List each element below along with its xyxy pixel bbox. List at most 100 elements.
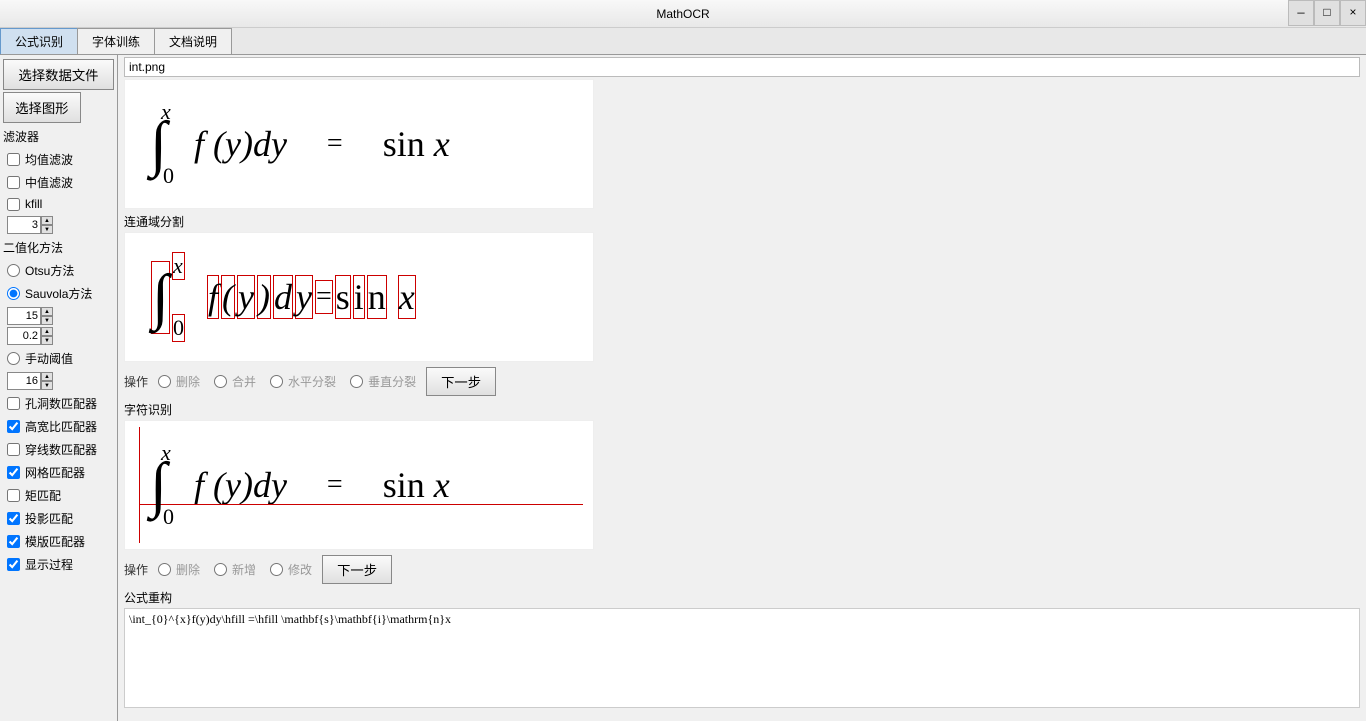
seg-eq[interactable]: = [315,280,333,314]
sauvola-value-2[interactable] [7,327,41,345]
ops1-label: 操作 [124,373,148,390]
chk-aspect-matcher[interactable]: 高宽比匹配器 [3,415,114,438]
close-button[interactable]: × [1340,0,1366,26]
rec-next-button[interactable]: 下一步 [322,555,392,584]
rad-otsu[interactable]: Otsu方法 [3,259,114,282]
rad-manual[interactable]: 手动阈值 [3,347,114,370]
chk-proj-label: 投影匹配 [25,510,73,527]
window-title: MathOCR [656,7,709,21]
chk-template-label: 模版匹配器 [25,533,85,550]
tab-doc-info[interactable]: 文档说明 [154,28,232,54]
chk-mean-label: 均值滤波 [25,151,73,168]
op2-delete[interactable]: 删除 [154,558,204,581]
op-hsplit[interactable]: 水平分裂 [266,370,340,393]
spin-down-icon[interactable]: ▼ [41,336,53,345]
seg-upper[interactable]: x [172,252,185,280]
window-controls: — □ × [1288,0,1366,27]
seg-rhs-group: sin x [334,275,417,319]
segmentation-ops: 操作 删除 合并 水平分裂 垂直分裂 下一步 [124,364,1360,399]
sauvola-spinner-2[interactable]: ▲▼ [7,327,110,345]
reconstruction-label: 公式重构 [124,587,1360,608]
filename-field[interactable]: int.png [124,57,1360,77]
spin-down-icon[interactable]: ▼ [41,316,53,325]
filter-label: 滤波器 [3,125,114,148]
manual-spinner[interactable]: ▲▼ [7,372,110,390]
tab-formula-recognition[interactable]: 公式识别 [0,28,78,54]
chk-template-matcher[interactable]: 模版匹配器 [3,530,114,553]
op-delete[interactable]: 删除 [154,370,204,393]
chk-show-process[interactable]: 显示过程 [3,553,114,576]
chk-crossline-matcher[interactable]: 穿线数匹配器 [3,438,114,461]
kfill-spinner[interactable]: ▲▼ [7,216,110,234]
chk-kfill[interactable]: kfill [3,194,114,214]
spin-up-icon[interactable]: ▲ [41,307,53,316]
select-data-button[interactable]: 选择数据文件 [3,59,114,90]
rec-eq: = [327,469,343,501]
tab-bar: 公式识别 字体训练 文档说明 [0,28,1366,55]
chk-showproc-label: 显示过程 [25,556,73,573]
char-recognition-label: 字符识别 [124,399,1360,420]
spin-down-icon[interactable]: ▼ [41,225,53,234]
chk-median-filter[interactable]: 中值滤波 [3,171,114,194]
workspace: 选择数据文件 选择图形 滤波器 均值滤波 中值滤波 kfill ▲▼ 二值化方法… [0,55,1366,721]
chk-cross-label: 穿线数匹配器 [25,441,97,458]
chk-grid-matcher[interactable]: 网格匹配器 [3,461,114,484]
select-image-button[interactable]: 选择图形 [3,92,81,123]
cursor-vline [139,427,140,543]
chk-mean-filter[interactable]: 均值滤波 [3,148,114,171]
chk-moment-label: 矩匹配 [25,487,61,504]
rec-sin: sin [383,465,434,505]
chk-median-label: 中值滤波 [25,174,73,191]
spin-up-icon[interactable]: ▲ [41,372,53,381]
binarize-label: 二值化方法 [3,236,114,259]
chk-hole-label: 孔洞数匹配器 [25,395,97,412]
ops2-label: 操作 [124,561,148,578]
op-merge[interactable]: 合并 [210,370,260,393]
baseline-indicator [139,504,583,505]
kfill-value[interactable] [7,216,41,234]
manual-value[interactable] [7,372,41,390]
chk-grid-label: 网格匹配器 [25,464,85,481]
rhs-sin: sin [383,124,434,164]
spin-down-icon[interactable]: ▼ [41,381,53,390]
chk-aspect-label: 高宽比匹配器 [25,418,97,435]
rec-body: f (y)dy [194,464,287,506]
integrand: f (y)dy [194,123,287,165]
rad-sauvola-label: Sauvola方法 [25,285,92,302]
chk-hole-matcher[interactable]: 孔洞数匹配器 [3,392,114,415]
rad-manual-label: 手动阈值 [25,350,73,367]
rad-otsu-label: Otsu方法 [25,262,74,279]
sidebar: 选择数据文件 选择图形 滤波器 均值滤波 中值滤波 kfill ▲▼ 二值化方法… [0,55,118,721]
seg-integral[interactable]: ∫ [151,261,170,334]
chk-kfill-label: kfill [25,197,42,211]
sauvola-spinner-1[interactable]: ▲▼ [7,307,110,325]
rhs-x: x [434,124,450,164]
chk-projection-match[interactable]: 投影匹配 [3,507,114,530]
rad-sauvola[interactable]: Sauvola方法 [3,282,114,305]
minimize-button[interactable]: — [1288,0,1314,26]
op-vsplit[interactable]: 垂直分裂 [346,370,420,393]
integral-icon: ∫ [150,109,167,180]
spin-up-icon[interactable]: ▲ [41,216,53,225]
latex-output[interactable]: \int_{0}^{x}f(y)dy\hfill =\hfill \mathbf… [124,608,1360,708]
op2-modify[interactable]: 修改 [266,558,316,581]
seg-lower[interactable]: 0 [172,314,185,342]
recognition-ops: 操作 删除 新增 修改 下一步 [124,552,1360,587]
rec-x: x [434,465,450,505]
segmentation-label: 连通域分割 [124,211,1360,232]
equals-sign: = [327,128,343,160]
tab-font-training[interactable]: 字体训练 [77,28,155,54]
seg-body-group: f(y)dy [206,275,314,319]
sauvola-value-1[interactable] [7,307,41,325]
chk-moment-match[interactable]: 矩匹配 [3,484,114,507]
maximize-button[interactable]: □ [1314,0,1340,26]
main-panel: int.png ∫ x 0 f (y)dy = sin x 连通域分割 ∫ x … [118,55,1366,721]
op2-add[interactable]: 新增 [210,558,260,581]
seg-next-button[interactable]: 下一步 [426,367,496,396]
segmented-formula-preview[interactable]: ∫ x 0 f(y)dy = sin x [124,232,594,362]
spin-up-icon[interactable]: ▲ [41,327,53,336]
titlebar: MathOCR — □ × [0,0,1366,28]
original-formula-preview: ∫ x 0 f (y)dy = sin x [124,79,594,209]
recognized-formula-preview[interactable]: ∫ x 0 f (y)dy = sin x [124,420,594,550]
rec-integral: ∫ [150,450,167,521]
